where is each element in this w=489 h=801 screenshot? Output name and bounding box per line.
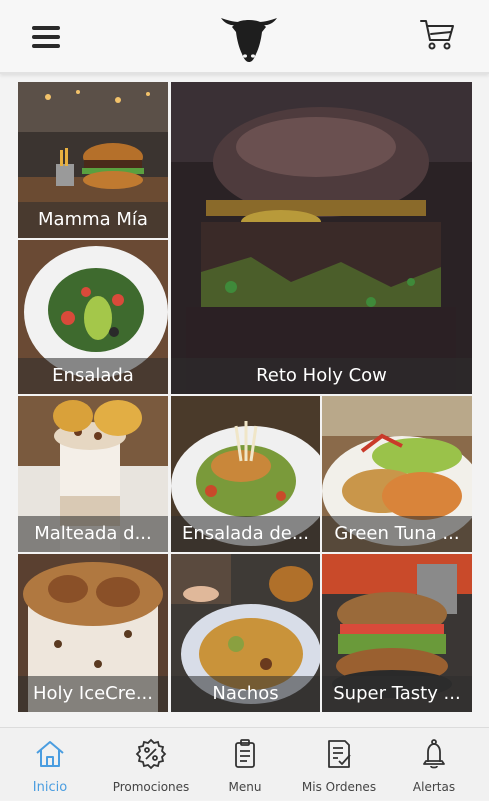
hamburger-menu-icon[interactable] <box>32 26 60 48</box>
menu-tile-reto-holy-cow[interactable]: Reto Holy Cow <box>171 82 472 394</box>
burger-photo <box>171 82 472 394</box>
menu-tile-nachos[interactable]: Nachos <box>171 554 320 712</box>
clipboard-menu-icon <box>235 739 255 768</box>
bull-head-logo-icon[interactable] <box>219 10 279 64</box>
percent-badge-icon <box>135 738 167 770</box>
menu-tile-ensalada[interactable]: Ensalada <box>18 240 168 394</box>
nav-item-promociones[interactable]: Promociones <box>104 728 198 801</box>
nav-label: Alertas <box>412 780 456 794</box>
nav-item-inicio[interactable]: Inicio <box>8 728 92 801</box>
menu-tile-malteada[interactable]: Malteada d... <box>18 396 168 552</box>
checklist-icon <box>328 740 351 768</box>
menu-tile-ensalada-de[interactable]: Ensalada de... <box>171 396 320 552</box>
shopping-cart-icon[interactable] <box>419 18 455 52</box>
tile-caption: Super Tasty ... <box>322 676 472 712</box>
nav-item-alertas[interactable]: Alertas <box>398 728 470 801</box>
menu-tile-holy-icecream[interactable]: Holy IceCre... <box>18 554 168 712</box>
menu-grid: Mamma Mía Reto Holy Cow Ensalada Maltead… <box>18 82 472 712</box>
home-icon <box>36 741 64 767</box>
nav-label: Mis Ordenes <box>301 780 377 794</box>
nav-label: Inicio <box>32 780 68 795</box>
menu-tile-green-tuna[interactable]: Green Tuna ... <box>322 396 472 552</box>
tile-caption: Reto Holy Cow <box>171 358 472 394</box>
tile-caption: Ensalada de... <box>171 516 320 552</box>
bottom-navigation: Inicio Promociones Menu Mis Ordenes Aler… <box>0 727 489 800</box>
tile-caption: Ensalada <box>18 358 168 394</box>
tile-caption: Malteada d... <box>18 516 168 552</box>
menu-tile-super-tasty[interactable]: Super Tasty ... <box>322 554 472 712</box>
nav-label: Promociones <box>112 780 190 794</box>
menu-tile-mamma-mia[interactable]: Mamma Mía <box>18 82 168 238</box>
nav-label: Menu <box>228 780 262 794</box>
tile-caption: Holy IceCre... <box>18 676 168 712</box>
bell-icon <box>423 739 445 769</box>
tile-caption: Nachos <box>171 676 320 712</box>
nav-item-mis-ordenes[interactable]: Mis Ordenes <box>292 728 386 801</box>
tile-caption: Green Tuna ... <box>322 516 472 552</box>
nav-item-menu[interactable]: Menu <box>206 728 284 801</box>
tile-caption: Mamma Mía <box>18 202 168 238</box>
app-header <box>0 0 489 74</box>
